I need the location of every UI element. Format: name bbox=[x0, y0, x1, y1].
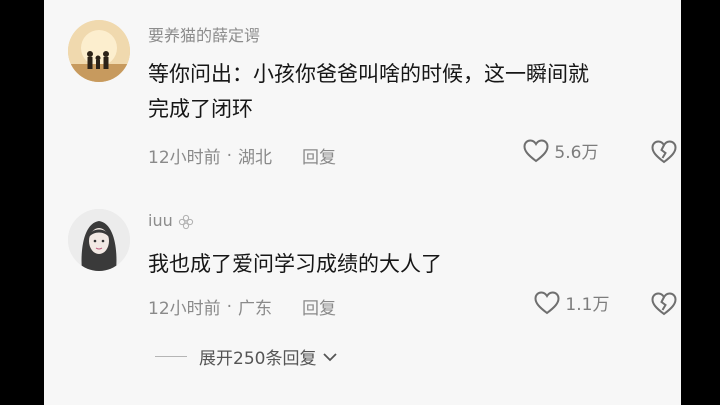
separator-dot: · bbox=[226, 145, 233, 166]
location: 湖北 bbox=[238, 148, 273, 168]
reply-button[interactable]: 回复 bbox=[302, 299, 336, 319]
comment-meta: 12小时前 · 广东 回复 bbox=[148, 294, 336, 320]
right-letterbox bbox=[681, 0, 720, 405]
like-button[interactable]: 5.6万 bbox=[523, 138, 598, 163]
divider-line bbox=[155, 356, 187, 357]
username-text: iuu bbox=[148, 211, 173, 230]
comment-text-line: 我也成了爱问学习成绩的大人了 bbox=[148, 252, 442, 276]
chevron-down-icon bbox=[323, 352, 337, 361]
comment-item: iuu 我也成了爱问学习成绩的大人了 12小时前 · 广东 回复 1.1万 bbox=[44, 190, 681, 330]
comment-text-line: 完成了闭环 bbox=[148, 97, 253, 121]
avatar[interactable] bbox=[68, 20, 130, 82]
avatar[interactable] bbox=[68, 209, 130, 271]
left-letterbox bbox=[0, 0, 44, 405]
comment-text-line: 等你问出：小孩你爸爸叫啥的时候，这一瞬间就 bbox=[148, 62, 589, 86]
like-count: 1.1万 bbox=[565, 295, 610, 315]
separator-dot: · bbox=[226, 296, 233, 317]
comment-meta: 12小时前 · 湖北 回复 bbox=[148, 143, 336, 169]
comment-text: 等你问出：小孩你爸爸叫啥的时候，这一瞬间就 完成了闭环 bbox=[148, 57, 668, 127]
timestamp: 12小时前 bbox=[148, 299, 221, 319]
like-count: 5.6万 bbox=[554, 143, 599, 163]
dislike-button[interactable] bbox=[651, 292, 677, 320]
flower-badge-icon bbox=[178, 214, 193, 229]
broken-heart-icon bbox=[651, 292, 677, 316]
expand-replies-label: 展开250条回复 bbox=[199, 349, 317, 369]
timestamp: 12小时前 bbox=[148, 148, 221, 168]
reply-button[interactable]: 回复 bbox=[302, 148, 336, 168]
like-button[interactable]: 1.1万 bbox=[534, 290, 609, 315]
avatar-image bbox=[68, 20, 130, 82]
location: 广东 bbox=[238, 299, 273, 319]
broken-heart-icon bbox=[651, 140, 677, 164]
username[interactable]: 要养猫的薛定谔 bbox=[148, 22, 260, 46]
comment-list: 要养猫的薛定谔 等你问出：小孩你爸爸叫啥的时候，这一瞬间就 完成了闭环 12小时… bbox=[44, 0, 681, 405]
avatar-image bbox=[68, 209, 130, 271]
heart-icon bbox=[523, 138, 549, 162]
dislike-button[interactable] bbox=[651, 140, 677, 168]
heart-icon bbox=[534, 290, 560, 314]
comment-text: 我也成了爱问学习成绩的大人了 bbox=[148, 247, 668, 282]
comment-item: 要养猫的薛定谔 等你问出：小孩你爸爸叫啥的时候，这一瞬间就 完成了闭环 12小时… bbox=[44, 0, 681, 190]
expand-replies-button[interactable]: 展开250条回复 bbox=[155, 344, 338, 369]
username[interactable]: iuu bbox=[148, 211, 194, 230]
